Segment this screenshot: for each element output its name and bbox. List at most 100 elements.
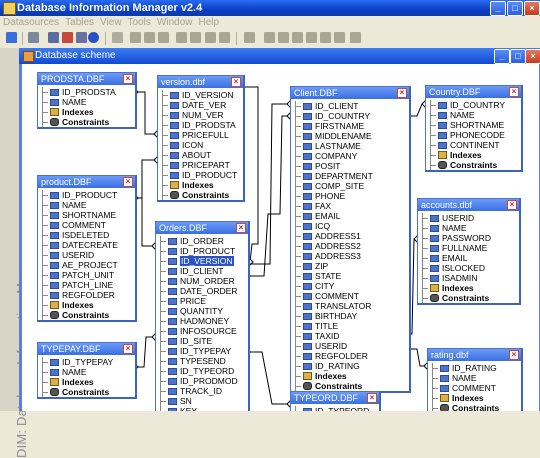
menu-tools[interactable]: Tools <box>125 16 154 29</box>
field-row[interactable]: REGFOLDER <box>38 290 135 300</box>
field-row[interactable]: TYPESEND <box>156 356 248 366</box>
table-accounts[interactable]: accounts.dbf × USERID NAME PASSWORD FULLNAME E… <box>417 198 521 305</box>
table-title[interactable]: product.DBF × <box>38 176 135 188</box>
field-row[interactable]: ID_COUNTRY <box>426 100 521 110</box>
table-prodsta[interactable]: PRODSTA.DBF × ID_PRODSTA NAME Indexes Constra… <box>37 72 137 129</box>
field-row[interactable]: POSIT <box>291 161 409 171</box>
field-row[interactable]: TRACK_ID <box>156 386 248 396</box>
field-row[interactable]: LASTNAME <box>291 141 409 151</box>
menu-view[interactable]: View <box>97 16 125 29</box>
field-row[interactable]: ADDRESS2 <box>291 241 409 251</box>
field-row[interactable]: COMMENT <box>38 220 135 230</box>
field-row[interactable]: COMMENT <box>428 383 521 393</box>
table-title[interactable]: accounts.dbf × <box>418 199 519 211</box>
child-minimize-button[interactable]: _ <box>494 49 510 64</box>
export-icon[interactable] <box>112 32 123 43</box>
field-row[interactable]: PHONE <box>291 191 409 201</box>
field-row[interactable]: ID_CLIENT <box>291 101 409 111</box>
field-row[interactable]: ID_TYPEPAY <box>156 346 248 356</box>
constraints-node[interactable]: Constraints <box>38 310 135 320</box>
field-row[interactable]: DATE_VER <box>158 100 243 110</box>
paste-icon[interactable] <box>158 32 169 43</box>
field-row[interactable]: ID_VERSION <box>156 256 248 266</box>
field-row[interactable]: ID_PRODSTA <box>38 87 135 97</box>
grid2-icon[interactable] <box>219 32 230 43</box>
constraints-node[interactable]: Constraints <box>38 117 135 127</box>
field-row[interactable]: ID_RATING <box>291 361 409 371</box>
field-row[interactable]: PRICEPART <box>158 160 243 170</box>
field-row[interactable]: ICQ <box>291 221 409 231</box>
field-row[interactable]: EMAIL <box>418 253 519 263</box>
tools-icon[interactable] <box>190 32 201 43</box>
sql-icon[interactable] <box>350 32 361 43</box>
field-row[interactable]: ID_PRODUCT <box>38 190 135 200</box>
field-row[interactable]: ABOUT <box>158 150 243 160</box>
table-close-icon[interactable]: × <box>397 88 407 98</box>
edit-icon[interactable] <box>320 32 331 43</box>
field-row[interactable]: NAME <box>38 200 135 210</box>
field-row[interactable]: KEY <box>156 406 248 411</box>
table-close-icon[interactable]: × <box>123 344 133 354</box>
last-icon[interactable] <box>306 32 317 43</box>
field-row[interactable]: AE_PROJECT <box>38 260 135 270</box>
table-close-icon[interactable]: × <box>509 350 519 360</box>
field-row[interactable]: SHORTNAME <box>426 120 521 130</box>
table-rating[interactable]: rating.dbf × ID_RATING NAME COMMENT Indexes Co… <box>427 348 523 411</box>
field-row[interactable]: ZIP <box>291 261 409 271</box>
field-row[interactable]: ADDRESS1 <box>291 231 409 241</box>
field-row[interactable]: PATCH_UNIT <box>38 270 135 280</box>
menu-window[interactable]: Window <box>154 16 196 29</box>
table-title[interactable]: rating.dbf × <box>428 349 521 361</box>
menu-tables[interactable]: Tables <box>62 16 97 29</box>
table-typeord[interactable]: TYPEORD.DBF × ID_TYPEORD <box>290 391 381 411</box>
field-row[interactable]: NUM_VER <box>158 110 243 120</box>
field-row[interactable]: ISDELETED <box>38 230 135 240</box>
table-icon[interactable] <box>48 32 59 43</box>
field-row[interactable]: BIRTHDAY <box>291 311 409 321</box>
field-row[interactable]: ID_TYPEPAY <box>38 357 135 367</box>
cut-icon[interactable] <box>144 32 155 43</box>
field-row[interactable]: CITY <box>291 281 409 291</box>
table-title[interactable]: Orders.DBF × <box>156 222 248 234</box>
field-row[interactable]: PHONECODE <box>426 130 521 140</box>
copy-icon[interactable] <box>130 32 141 43</box>
field-row[interactable]: NUM_ORDER <box>156 276 248 286</box>
table-country[interactable]: Country.DBF × ID_COUNTRY NAME SHORTNAME PHONE… <box>425 85 523 172</box>
table-title[interactable]: PRODSTA.DBF × <box>38 73 135 85</box>
field-row[interactable]: COMPANY <box>291 151 409 161</box>
field-row[interactable]: NAME <box>426 110 521 120</box>
view-icon[interactable] <box>244 32 255 43</box>
menu-help[interactable]: Help <box>195 16 222 29</box>
field-row[interactable]: ID_RATING <box>428 363 521 373</box>
table-typepay[interactable]: TYPEPAY.DBF × ID_TYPEPAY NAME Indexes Constra… <box>37 342 137 399</box>
indexes-node[interactable]: Indexes <box>38 377 135 387</box>
minimize-button[interactable]: _ <box>490 1 506 16</box>
field-row[interactable]: TAXID <box>291 331 409 341</box>
maximize-button[interactable]: □ <box>507 1 523 16</box>
constraints-node[interactable]: Constraints <box>291 381 409 391</box>
field-row[interactable]: ID_VERSION <box>158 90 243 100</box>
table-close-icon[interactable]: × <box>123 74 133 84</box>
field-row[interactable]: FAX <box>291 201 409 211</box>
schema-icon[interactable] <box>62 32 73 43</box>
field-row[interactable]: USERID <box>291 341 409 351</box>
field-row[interactable]: PASSWORD <box>418 233 519 243</box>
field-row[interactable]: ISADMIN <box>418 273 519 283</box>
field-row[interactable]: ID_TYPEORD <box>156 366 248 376</box>
field-row[interactable]: SHORTNAME <box>38 210 135 220</box>
field-row[interactable]: NAME <box>418 223 519 233</box>
field-row[interactable]: USERID <box>38 250 135 260</box>
constraints-node[interactable]: Constraints <box>426 160 521 170</box>
table-orders[interactable]: Orders.DBF × ID_ORDER ID_PRODUCT ID_VERSION I… <box>155 221 250 411</box>
table-title[interactable]: Client.DBF × <box>291 87 409 99</box>
connect-icon[interactable] <box>6 32 17 43</box>
constraints-node[interactable]: Constraints <box>428 403 521 411</box>
table-title[interactable]: TYPEPAY.DBF × <box>38 343 135 355</box>
field-row[interactable]: FULLNAME <box>418 243 519 253</box>
table-title[interactable]: Country.DBF × <box>426 86 521 98</box>
table-close-icon[interactable]: × <box>123 177 133 187</box>
field-row[interactable]: QUANTITY <box>156 306 248 316</box>
field-row[interactable]: ID_COUNTRY <box>291 111 409 121</box>
field-row[interactable]: ID_CLIENT <box>156 266 248 276</box>
constraints-node[interactable]: Constraints <box>158 190 243 200</box>
